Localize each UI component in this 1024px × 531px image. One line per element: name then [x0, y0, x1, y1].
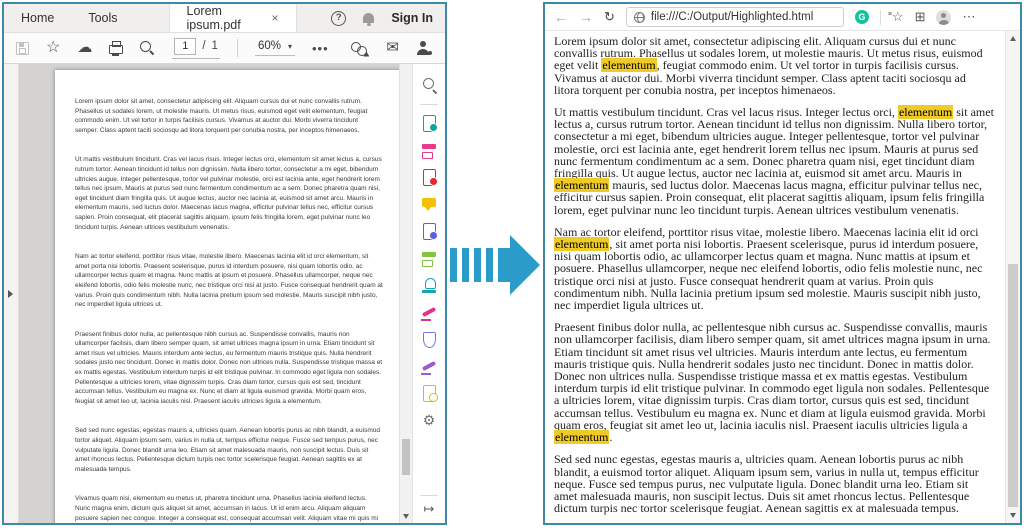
more-tools-icon[interactable]: ⚙ [421, 412, 438, 429]
pdf-tab-bar: Home Tools Lorem ipsum.pdf × ? Sign In [4, 4, 445, 33]
tab-home[interactable]: Home [4, 4, 71, 32]
pdf-viewer-window: Home Tools Lorem ipsum.pdf × ? Sign In ☆… [2, 2, 447, 525]
toolbar-divider [237, 39, 238, 57]
browser-menu-icon[interactable]: ⋯ [962, 9, 975, 25]
paragraph: Nam ac tortor eleifend, porttitor risus … [75, 252, 383, 310]
scroll-up-icon[interactable] [1010, 36, 1016, 41]
help-icon[interactable]: ? [331, 11, 346, 26]
grammarly-extension-icon[interactable]: G [855, 10, 869, 24]
favorites-star: ☆ [892, 9, 904, 24]
favorites-lines: ≡ [888, 8, 892, 22]
search-magnifier-icon[interactable] [140, 41, 155, 56]
page-total: 1 [212, 40, 218, 52]
notifications-bell-icon[interactable] [363, 13, 374, 23]
pdf-scrollbar[interactable] [399, 64, 412, 523]
paragraph: Nam ac tortor eleifend, porttitor risus … [554, 226, 994, 311]
sign-in-button[interactable]: Sign In [391, 11, 433, 25]
share-with-others-icon[interactable] [417, 41, 433, 56]
collapse-panel-icon[interactable]: ↦ [424, 501, 435, 517]
paragraph: Sed sed nunc egestas, egestas mauris a, … [75, 426, 383, 474]
paragraph: Ut mattis vestibulum tincidunt. Cras vel… [554, 106, 994, 216]
browser-scrollbar-thumb[interactable] [1008, 264, 1018, 507]
scroll-down-icon[interactable] [403, 514, 409, 519]
tools-divider [420, 495, 438, 496]
url-text: file:///C:/Output/Highlighted.html [651, 11, 813, 23]
star-favorite-icon[interactable]: ☆ [46, 41, 60, 55]
scroll-down-icon[interactable] [1010, 513, 1016, 518]
save-icon[interactable] [16, 42, 29, 55]
browser-toolbar: ← → ↻ file:///C:/Output/Highlighted.html… [545, 4, 1020, 31]
paragraph: Lorem ipsum dolor sit amet, consectetur … [554, 35, 994, 96]
highlighted-html-document: Lorem ipsum dolor sit amet, consectetur … [545, 31, 1005, 523]
highlighted-term: elementum [554, 178, 609, 192]
zoom-dropdown[interactable]: 60% ▾ [255, 40, 295, 56]
share-link-icon[interactable] [351, 41, 368, 56]
paragraph: Praesent finibus dolor nulla, ac pellent… [75, 330, 383, 407]
pdf-scrollbar-thumb[interactable] [402, 439, 410, 475]
address-bar[interactable]: file:///C:/Output/Highlighted.html [626, 7, 844, 27]
expand-panel-arrow-icon[interactable] [8, 290, 13, 298]
tab-tools[interactable]: Tools [71, 4, 134, 32]
browser-scrollbar[interactable] [1005, 31, 1020, 523]
forward-icon[interactable]: → [579, 10, 593, 24]
prepare-form-icon[interactable] [421, 385, 438, 402]
email-icon[interactable]: ✉ [386, 41, 399, 55]
toolbar-divider [880, 10, 881, 25]
combine-files-icon[interactable] [421, 223, 438, 240]
comment-icon[interactable] [421, 196, 438, 213]
pdf-tools-panel: ⚙ ↦ [412, 64, 445, 523]
zoom-level: 60% [258, 40, 281, 52]
pdf-toolbar: ☆ ☁ / 1 60% ▾ ••• ✉ [4, 33, 445, 64]
paragraph: Lorem ipsum dolor sit amet, consectetur … [75, 97, 383, 135]
paragraph: Sed sed nunc egestas, egestas mauris a, … [554, 453, 994, 514]
organize-pages-icon[interactable] [421, 250, 438, 267]
paragraph: Praesent finibus dolor nulla, ac pellent… [554, 321, 994, 443]
pdf-document-area: Lorem ipsum dolor sit amet, consectetur … [19, 64, 412, 523]
fill-sign-icon[interactable] [421, 304, 438, 321]
tab-document[interactable]: Lorem ipsum.pdf × [169, 4, 297, 32]
conversion-arrow [450, 234, 542, 296]
document-tab-title: Lorem ipsum.pdf [187, 4, 263, 32]
paragraph: Vivamus quam nisi, elementum eu metus ut… [75, 494, 383, 523]
profile-avatar[interactable] [936, 10, 951, 25]
favorites-icon[interactable]: ≡ ☆ [892, 10, 904, 24]
pdf-left-panel-rail [4, 64, 19, 523]
create-pdf-icon[interactable] [421, 169, 438, 186]
tools-divider [420, 104, 438, 105]
highlighted-term: elementum [601, 58, 656, 72]
highlighted-term: elementum [898, 105, 953, 119]
paragraph: Ut mattis vestibulum tincidunt. Cras vel… [75, 155, 383, 232]
back-icon[interactable]: ← [554, 10, 568, 24]
page-number-control: / 1 [172, 38, 220, 59]
browser-window: ← → ↻ file:///C:/Output/Highlighted.html… [543, 2, 1022, 525]
more-options-icon[interactable]: ••• [312, 41, 329, 56]
highlighted-term: elementum [554, 237, 609, 251]
stamp-icon[interactable] [421, 277, 438, 294]
pdf-page: Lorem ipsum dolor sit amet, consectetur … [55, 70, 403, 523]
print-icon[interactable] [109, 45, 123, 54]
cloud-upload-icon[interactable]: ☁ [77, 41, 92, 55]
page-number-input[interactable] [174, 38, 196, 55]
refresh-icon[interactable]: ↻ [604, 10, 615, 24]
chevron-down-icon: ▾ [288, 42, 292, 51]
collections-icon[interactable]: ⊞ [915, 10, 926, 24]
globe-icon [634, 12, 645, 23]
find-tool-icon[interactable] [421, 77, 438, 94]
edit-pdf-icon[interactable] [421, 142, 438, 159]
close-tab-icon[interactable]: × [272, 11, 279, 25]
protect-icon[interactable] [421, 331, 438, 348]
certificates-icon[interactable] [421, 358, 438, 375]
highlighted-term: elementum [554, 430, 609, 444]
page-separator: / [202, 40, 205, 52]
export-pdf-icon[interactable] [421, 115, 438, 132]
